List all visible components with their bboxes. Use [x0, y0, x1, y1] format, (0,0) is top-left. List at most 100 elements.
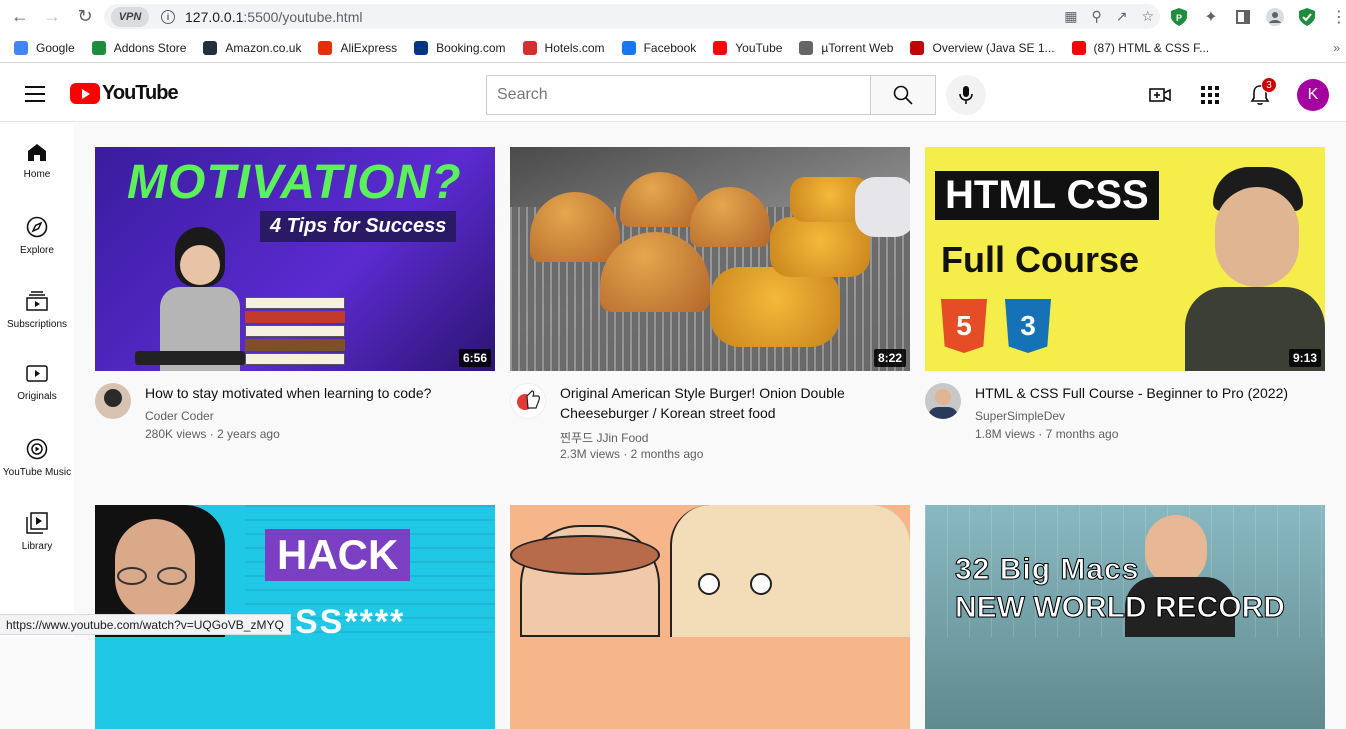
thumbnail-cartoon-eye [698, 573, 720, 595]
thumbs-up-logo-icon [517, 390, 541, 410]
bookmark-item[interactable]: AliExpress [318, 40, 398, 55]
reload-icon[interactable]: ↻ [73, 4, 97, 28]
video-card[interactable] [510, 505, 910, 729]
video-card[interactable]: HTML CSS Full Course 5 3 9:13 HTML & CSS… [925, 147, 1325, 481]
bookmark-item[interactable]: Addons Store [91, 40, 186, 55]
bookmark-label: AliExpress [340, 40, 398, 55]
bookmark-item[interactable]: Overview (Java SE 1... [910, 40, 1055, 55]
channel-avatar[interactable] [95, 383, 131, 419]
video-card[interactable]: 8:22 Original American Style Burger! Oni… [510, 147, 910, 481]
forward-icon[interactable]: → [40, 4, 64, 28]
microphone-icon [959, 86, 973, 104]
music-icon [26, 438, 48, 460]
shield-extension-icon[interactable]: P [1170, 7, 1188, 26]
sidebar-item-label: Explore [20, 245, 54, 256]
side-panel-icon[interactable] [1234, 8, 1252, 26]
sidebar-item-label: YouTube Music [2, 467, 72, 478]
create-video-button[interactable] [1148, 83, 1172, 107]
thumbnail-cartoon-hat [510, 535, 660, 575]
video-thumbnail[interactable]: HTML CSS Full Course 5 3 9:13 [925, 147, 1325, 371]
bookmark-item[interactable]: Amazon.co.uk [203, 40, 302, 55]
search-input[interactable] [486, 75, 871, 115]
star-icon[interactable]: ☆ [1141, 8, 1154, 25]
translate-icon[interactable]: ▦ [1064, 8, 1077, 25]
mini-guide-sidebar: Home Explore Subscriptions Originals You… [0, 122, 74, 637]
share-icon[interactable]: ↗ [1116, 8, 1128, 25]
thumbnail-books [245, 297, 345, 371]
address-bar[interactable]: VPN i 127.0.0.1:5500/youtube.html ▦ ⚲ ↗ … [104, 4, 1160, 29]
bookmark-favicon-icon [910, 40, 925, 55]
info-icon[interactable]: i [161, 9, 175, 24]
account-avatar[interactable]: K [1297, 79, 1329, 111]
video-thumbnail[interactable]: MOTIVATION? 4 Tips for Success 6:56 [95, 147, 495, 371]
puzzle-icon[interactable]: ✦ [1202, 8, 1220, 26]
originals-icon [26, 365, 48, 382]
video-thumbnail[interactable]: 32 Big Macs NEW WORLD RECORD [925, 505, 1325, 729]
video-stats: 2.3M views · 2 months ago [560, 447, 704, 461]
home-icon [28, 144, 46, 161]
thumbnail-burger [530, 192, 620, 262]
subscriptions-icon [26, 291, 48, 311]
bookmark-item[interactable]: Booking.com [414, 40, 506, 55]
sidebar-item-youtube-music[interactable]: YouTube Music [0, 418, 74, 492]
notifications-button[interactable]: 3 [1248, 77, 1277, 107]
video-duration: 8:22 [873, 349, 906, 367]
thumbnail-keyboard [135, 351, 245, 365]
bookmark-label: Amazon.co.uk [225, 40, 302, 55]
bookmark-favicon-icon [318, 40, 333, 55]
video-title[interactable]: How to stay motivated when learning to c… [145, 383, 465, 403]
voice-search-button[interactable] [946, 75, 986, 115]
menu-icon[interactable] [25, 86, 45, 102]
thumbnail-burger [690, 187, 770, 247]
video-thumbnail[interactable]: 8:22 [510, 147, 910, 371]
compass-icon [26, 216, 48, 238]
bookmark-item[interactable]: (87) HTML & CSS F... [1071, 40, 1209, 55]
html5-logo: 5 [941, 299, 987, 353]
menu-kebab-icon[interactable]: ⋮ [1330, 8, 1346, 26]
bookmark-item[interactable]: µTorrent Web [799, 40, 893, 55]
thumbnail-subheadline: 4 Tips for Success [260, 211, 457, 242]
bookmark-favicon-icon [1071, 40, 1086, 55]
sidebar-item-subscriptions[interactable]: Subscriptions [0, 270, 74, 344]
bookmark-item[interactable]: YouTube [713, 40, 782, 55]
youtube-play-logo-icon [70, 83, 100, 104]
bookmark-item[interactable]: Facebook [621, 40, 697, 55]
security-extension-icon[interactable] [1298, 7, 1316, 26]
thumbnail-presenter [1185, 167, 1325, 371]
youtube-logo[interactable]: YouTube [70, 82, 179, 105]
channel-avatar[interactable] [925, 383, 961, 419]
video-title[interactable]: Original American Style Burger! Onion Do… [560, 383, 880, 423]
channel-avatar[interactable] [510, 383, 546, 419]
search-button[interactable] [870, 75, 936, 115]
profile-icon[interactable] [1266, 7, 1284, 26]
video-card[interactable]: MOTIVATION? 4 Tips for Success 6:56 How … [95, 147, 495, 481]
apps-button[interactable] [1198, 83, 1222, 107]
bookmark-label: Hotels.com [544, 40, 605, 55]
video-thumbnail[interactable] [510, 505, 910, 729]
bookmark-label: Facebook [643, 40, 697, 55]
url-text[interactable]: 127.0.0.1:5500/youtube.html [185, 9, 362, 25]
bookmarks-bar: Google Addons Store Amazon.co.uk AliExpress… [0, 33, 1346, 63]
channel-name[interactable]: Coder Coder [145, 409, 214, 423]
channel-name[interactable]: 찐푸드 JJin Food [560, 429, 648, 446]
svg-text:P: P [1176, 13, 1182, 23]
bookmarks-overflow-button[interactable]: » [1333, 41, 1340, 55]
link-hover-status: https://www.youtube.com/watch?v=UQGoVB_z… [0, 614, 291, 635]
bookmark-item[interactable]: Hotels.com [522, 40, 605, 55]
sidebar-item-explore[interactable]: Explore [0, 196, 74, 270]
channel-name[interactable]: SuperSimpleDev [975, 409, 1065, 423]
video-title[interactable]: HTML & CSS Full Course - Beginner to Pro… [975, 383, 1295, 403]
video-camera-plus-icon [1149, 88, 1171, 102]
sidebar-item-library[interactable]: Library [0, 492, 74, 566]
url-host: 127.0.0.1 [185, 8, 244, 25]
video-card[interactable]: 32 Big Macs NEW WORLD RECORD [925, 505, 1325, 729]
zoom-icon[interactable]: ⚲ [1091, 8, 1101, 25]
back-icon[interactable]: ← [8, 4, 32, 28]
thumbnail-glove [855, 177, 910, 237]
vpn-badge[interactable]: VPN [111, 6, 149, 27]
bookmark-item[interactable]: Google [14, 40, 75, 55]
sidebar-item-originals[interactable]: Originals [0, 344, 74, 418]
thumbnail-headline: MOTIVATION? [127, 156, 462, 209]
sidebar-item-home[interactable]: Home [0, 122, 74, 196]
sidebar-item-label: Originals [17, 391, 57, 402]
